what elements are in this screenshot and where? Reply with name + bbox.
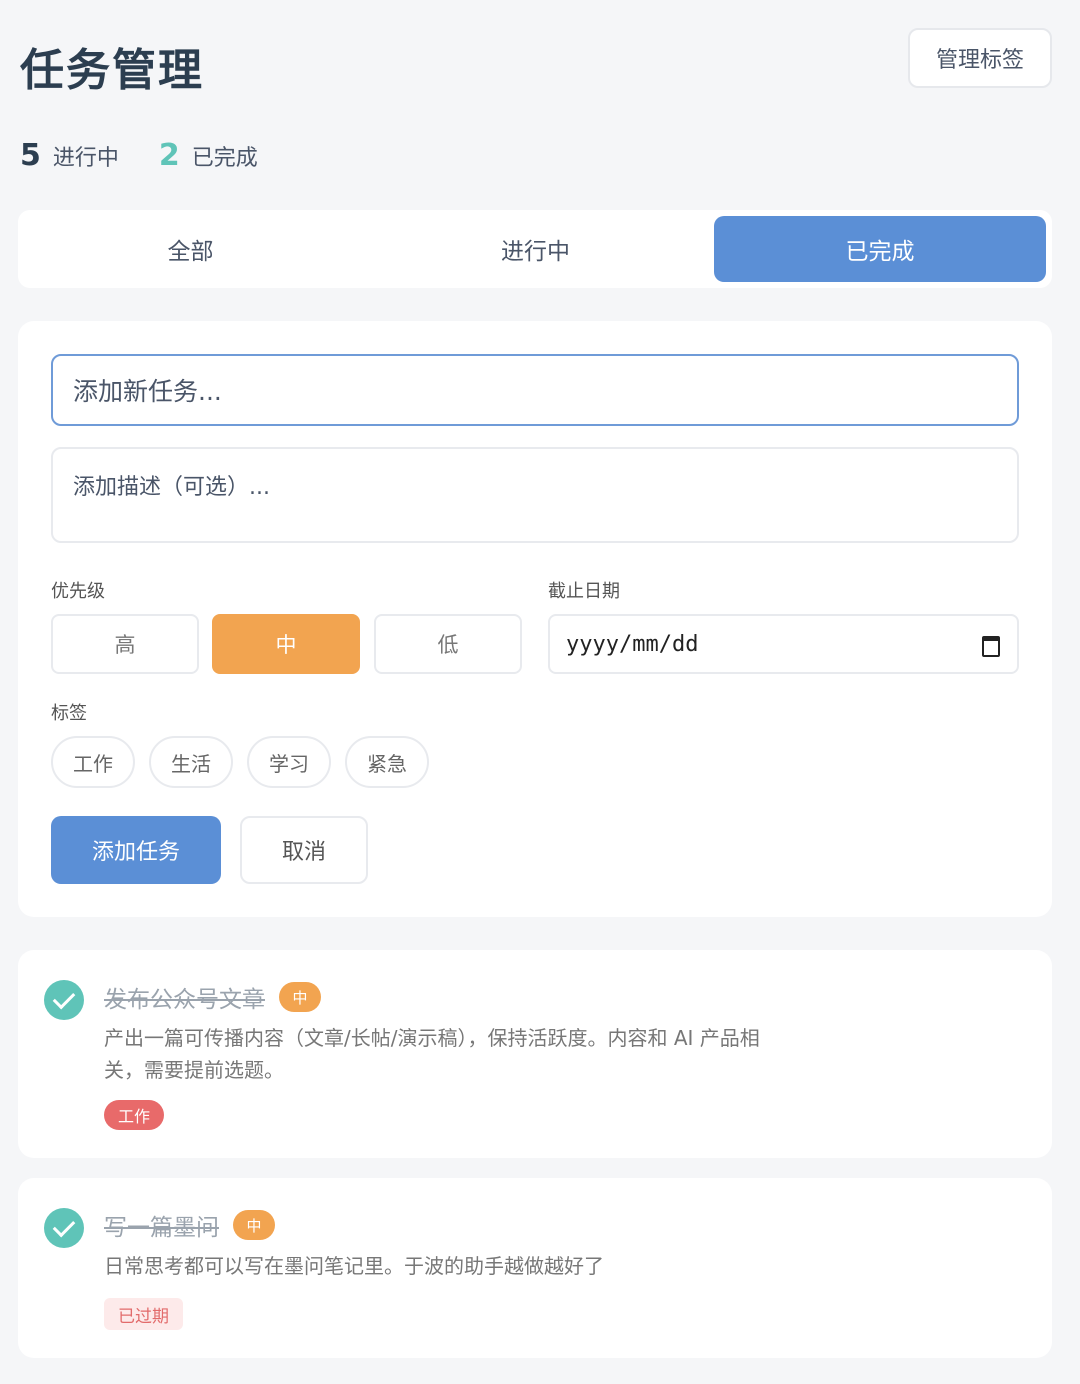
tag-chip-work[interactable]: 工作 bbox=[51, 736, 135, 788]
task-description: 日常思考都可以写在墨问笔记里。于波的助手越做越好了 bbox=[104, 1250, 844, 1282]
calendar-icon[interactable] bbox=[981, 634, 1001, 657]
due-date-input[interactable]: yyyy/mm/dd bbox=[548, 614, 1019, 674]
done-label: 已完成 bbox=[191, 146, 258, 171]
task-description-line: 日常思考都可以写在墨问笔记里。于波的助手越做越好了 bbox=[104, 1254, 604, 1278]
tag-badge-work: 工作 bbox=[104, 1100, 165, 1130]
priority-high-button[interactable]: 高 bbox=[51, 614, 199, 674]
overdue-badge: 已过期 bbox=[104, 1298, 183, 1330]
priority-label: 优先级 bbox=[51, 581, 105, 602]
filter-tabs: 全部 进行中 已完成 bbox=[18, 210, 1052, 288]
cancel-button[interactable]: 取消 bbox=[240, 816, 368, 884]
add-task-form: 添加新任务... 添加描述（可选）... 优先级 截止日期 高 中 低 yyyy… bbox=[18, 321, 1052, 917]
add-task-button[interactable]: 添加任务 bbox=[51, 816, 221, 884]
tab-active[interactable]: 进行中 bbox=[363, 216, 708, 282]
tag-chip-study[interactable]: 学习 bbox=[247, 736, 331, 788]
priority-medium-button[interactable]: 中 bbox=[212, 614, 360, 674]
active-count: 5 bbox=[20, 138, 41, 173]
page-title: 任务管理 bbox=[20, 45, 204, 96]
manage-tags-button[interactable]: 管理标签 bbox=[908, 28, 1052, 88]
task-description-line: 关，需要提前选题。 bbox=[104, 1058, 284, 1082]
stat-active: 5 进行中 bbox=[20, 138, 119, 173]
task-description: 产出一篇可传播内容（文章/长帖/演示稿），保持活跃度。内容和 AI 产品相 关，… bbox=[104, 1022, 844, 1086]
task-header: 写一篇墨问 中 bbox=[104, 1208, 275, 1242]
completed-check-icon[interactable] bbox=[44, 1208, 84, 1248]
task-title: 发布公众号文章 bbox=[104, 987, 265, 1013]
task-header: 发布公众号文章 中 bbox=[104, 980, 321, 1014]
tab-done[interactable]: 已完成 bbox=[714, 216, 1046, 282]
header: 任务管理 管理标签 bbox=[20, 28, 1052, 96]
due-date-label: 截止日期 bbox=[548, 581, 620, 602]
task-title-input[interactable]: 添加新任务... bbox=[51, 354, 1019, 426]
task-stats: 5 进行中 2 已完成 bbox=[20, 138, 298, 173]
stat-done: 2 已完成 bbox=[159, 138, 258, 173]
completed-check-icon[interactable] bbox=[44, 980, 84, 1020]
tags-label: 标签 bbox=[51, 703, 87, 724]
tab-all[interactable]: 全部 bbox=[18, 216, 363, 282]
priority-badge: 中 bbox=[279, 982, 321, 1012]
active-label: 进行中 bbox=[52, 146, 119, 171]
tag-chip-life[interactable]: 生活 bbox=[149, 736, 233, 788]
priority-badge: 中 bbox=[233, 1210, 275, 1240]
done-count: 2 bbox=[158, 138, 180, 173]
priority-low-button[interactable]: 低 bbox=[374, 614, 522, 674]
task-description-input[interactable]: 添加描述（可选）... bbox=[51, 447, 1019, 543]
task-item[interactable]: 写一篇墨问 中 日常思考都可以写在墨问笔记里。于波的助手越做越好了 已过期 bbox=[18, 1178, 1052, 1358]
task-item[interactable]: 发布公众号文章 中 产出一篇可传播内容（文章/长帖/演示稿），保持活跃度。内容和… bbox=[18, 950, 1052, 1158]
due-date-placeholder: yyyy/mm/dd bbox=[566, 631, 699, 657]
task-title: 写一篇墨问 bbox=[104, 1215, 219, 1241]
task-description-line: 产出一篇可传播内容（文章/长帖/演示稿），保持活跃度。内容和 AI 产品相 bbox=[104, 1026, 760, 1050]
tag-chip-urgent[interactable]: 紧急 bbox=[345, 736, 429, 788]
